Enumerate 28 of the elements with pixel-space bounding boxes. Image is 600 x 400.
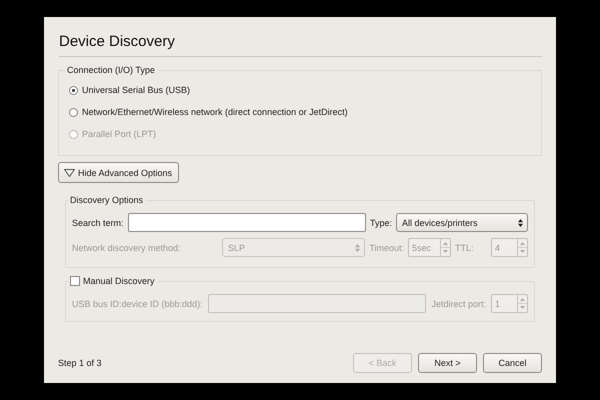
spin-arrows-icon (441, 240, 450, 255)
frame-label: Connection (I/O) Type (67, 65, 155, 75)
wizard-button[interactable]: Next > (418, 353, 477, 373)
frame-label: Discovery Options (70, 195, 144, 205)
step-indicator: Step 1 of 3 (58, 358, 103, 368)
checkbox-label[interactable]: Manual Discovery (83, 276, 155, 286)
field-label: USB bus ID:device ID (bbb:ddd): (72, 298, 203, 308)
checkbox[interactable] (70, 276, 80, 286)
spin-arrows-icon (518, 240, 527, 255)
up-down-arrows-icon (518, 218, 523, 226)
dialog-title: Device Discovery (59, 33, 542, 57)
field-label: Search term: (72, 218, 124, 228)
triangle-icon (64, 168, 75, 176)
radio-button[interactable] (69, 108, 78, 116)
radio-label[interactable]: Universal Serial Bus (USB) (82, 85, 190, 95)
up-down-arrows-icon (355, 244, 360, 252)
field-label: Timeout: (369, 242, 404, 252)
field-label: Type: (370, 218, 392, 228)
field-label: TTL: (455, 242, 475, 252)
search-field[interactable] (128, 213, 366, 232)
radio-label[interactable]: Network/Ethernet/Wireless network (direct connection or JetDirect) (82, 107, 348, 117)
advanced-options-button[interactable]: Hide Advanced Options (58, 162, 180, 183)
spin-arrows-icon (518, 296, 527, 311)
wizard-button[interactable]: Cancel (483, 353, 542, 373)
type-dropdown[interactable]: All devices/printers (396, 213, 528, 232)
field-label: Jetdirect port: (431, 298, 486, 308)
field-label: Network discovery method: (72, 242, 182, 252)
radio-button[interactable] (69, 86, 78, 94)
